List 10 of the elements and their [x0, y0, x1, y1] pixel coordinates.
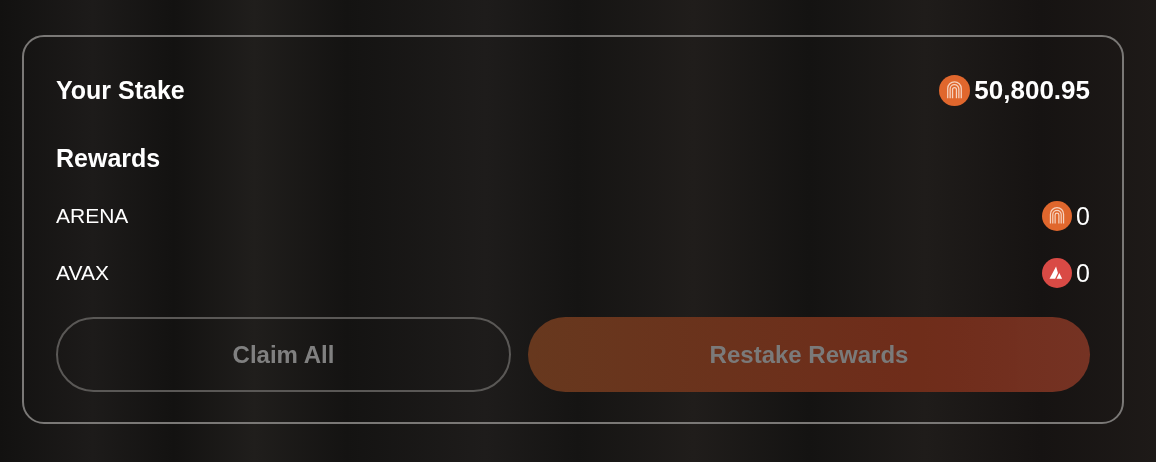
reward-amount: 0: [1076, 258, 1090, 288]
rewards-title: Rewards: [56, 143, 162, 173]
stake-label: Your Stake: [56, 75, 185, 105]
reward-amount: 0: [1076, 201, 1090, 231]
triangle-coin-icon: [1042, 258, 1073, 288]
arch-coin-icon: [939, 74, 971, 106]
reward-token-name: AVAX: [56, 261, 109, 285]
arch-coin-icon: [1042, 201, 1073, 231]
stake-amount: 50,800.95: [974, 74, 1090, 106]
reward-token-name: ARENA: [56, 204, 129, 228]
